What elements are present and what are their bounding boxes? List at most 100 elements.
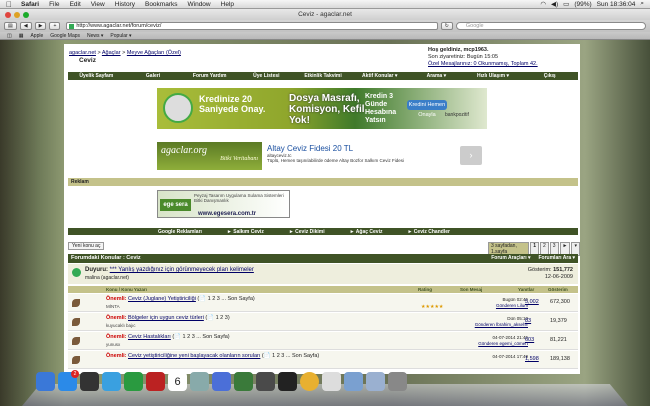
menu-window[interactable]: Window [183,1,216,8]
announcement-author[interactable]: malina (agaclar.net) [85,275,129,281]
nav-search[interactable]: Arama ▾ [408,73,465,79]
table-row[interactable]: Önemli: Bölgeler için uygun ceviz türler… [68,313,578,331]
calendar-icon[interactable]: 6 [168,372,187,391]
top-sites-icon[interactable]: ▦ [19,33,24,39]
thread-title[interactable]: Bölgeler için uygun ceviz türleri [128,315,204,321]
zoom-window-icon[interactable] [23,12,29,18]
new-topic-button[interactable]: Yeni konu aç [68,242,105,250]
iphoto-icon[interactable] [234,372,253,391]
wifi-icon[interactable]: ◠ [540,0,546,8]
nav-members[interactable]: Üye Listesi [238,73,295,79]
thread-title[interactable]: Ceviz Hastalıkları [128,334,171,340]
last-post-author[interactable]: Gönderen egemi_cömert [478,341,528,346]
breadcrumb-meyve[interactable]: Meyve Ağaçları (Özel) [127,50,181,56]
walnut-sapling-ad[interactable]: agaclar.org Bitki Veritabanı Altay Ceviz … [157,142,487,170]
google-ad-link-1[interactable]: ► Salkım Ceviz [227,229,264,235]
google-ad-link-2[interactable]: ► Ceviz Dikimi [289,229,325,235]
search-input[interactable]: Google [455,22,646,30]
col-replies[interactable]: Yanıtlar [518,287,534,292]
forum-tools-menu[interactable]: Forum Araçları ▾ [491,254,530,263]
back-button[interactable]: ◀ [19,22,32,30]
thread-author[interactable]: kuyucaklı bajıc [106,323,136,328]
bookmark-popular[interactable]: Popular ▾ [110,33,131,39]
breadcrumb-home[interactable]: agaclar.net [69,50,96,56]
thread-replies[interactable]: 603 [525,337,534,343]
mail-icon[interactable] [322,372,341,391]
address-bar[interactable]: http://www.agaclar.net/forum/ceviz/ [66,22,438,30]
menu-help[interactable]: Help [216,1,239,8]
thread-title[interactable]: Ceviz yetiştiriciliğine yeni başlayacak … [128,353,260,359]
add-bookmark-button[interactable]: + [49,22,61,30]
agaclar-org-logo[interactable]: agaclar.org Bitki Veritabanı [157,142,262,170]
reload-icon[interactable]: ↻ [440,22,453,30]
bookmark-google-maps[interactable]: Google Maps [50,33,80,39]
thread-replies[interactable]: 5,002 [525,299,539,305]
google-ad-link-3[interactable]: ► Ağaç Ceviz [350,229,383,235]
last-post-author[interactable]: Gönderen Lilum [496,303,528,308]
chrome-icon[interactable] [300,372,319,391]
sidebar-toggle-icon[interactable]: ▤ [4,22,17,30]
reading-list-icon[interactable]: ◫ [7,33,12,39]
app-menu[interactable]: Safari [16,1,44,8]
nav-profile[interactable]: Üyelik Sayfam [68,73,125,79]
thread-author[interactable]: MİNTA [106,304,120,309]
forum-search-menu[interactable]: Forumları Ara ▾ [539,254,576,263]
ad2-arrow-icon[interactable]: › [460,146,482,165]
nav-help[interactable]: Forum Yardım [181,73,238,79]
last-post-author[interactable]: Gönderen İbrahim_aksehir [475,322,528,327]
thread-author[interactable]: yunusx [106,342,120,347]
thread-pages[interactable]: (📄 1 2 3 ... Son Sayfa) [197,296,254,302]
thread-title[interactable]: Ceviz (Juglane) Yetiştiriciliği [128,296,196,302]
ad2-title[interactable]: Altay Ceviz Fidesi 20 TL [267,144,353,153]
close-window-icon[interactable] [5,12,11,18]
time-machine-icon[interactable] [256,372,275,391]
menu-bookmarks[interactable]: Bookmarks [140,1,183,8]
col-topic[interactable]: Konu / Konu Yazarı [106,287,147,292]
bookmark-apple[interactable]: Apple [30,33,43,39]
thread-replies[interactable]: 1,598 [525,356,539,362]
breadcrumb-agaclar[interactable]: Ağaçlar [102,50,121,56]
trash-icon[interactable] [388,372,407,391]
downloads-icon[interactable] [344,372,363,391]
mission-control-icon[interactable] [278,372,297,391]
menu-edit[interactable]: Edit [65,1,86,8]
finder-icon[interactable] [36,372,55,391]
google-ads-label[interactable]: Google Reklamları [158,229,202,235]
nav-gallery[interactable]: Galeri [125,73,182,79]
facetime-icon[interactable] [124,372,143,391]
ad1-apply-button[interactable]: Kredini Hemen Onayla [407,100,447,118]
nav-active-topics[interactable]: Aktif Konular ▾ [351,73,408,79]
table-row[interactable]: Önemli: Ceviz Hastalıkları (📄 1 2 3 ... … [68,332,578,350]
col-rating[interactable]: Rating [418,287,432,292]
menu-history[interactable]: History [110,1,140,8]
dashboard-icon[interactable] [80,372,99,391]
thread-pages[interactable]: (📄 1 2 3 ... Son Sayfa) [172,334,229,340]
app-store-icon[interactable]: 2 [58,370,79,391]
thread-pages[interactable]: (📄 1 2 3) [205,315,229,321]
minimize-window-icon[interactable] [14,12,20,18]
col-last-post[interactable]: Son Mesaj [460,287,482,292]
thread-pages[interactable]: (📄 1 2 3 ... Son Sayfa) [262,353,319,359]
forward-button[interactable]: ▶ [34,22,47,30]
ege-sera-ad[interactable]: ege sera Peyzaj Tasarım Uygulama Sulama … [157,190,290,218]
apple-menu-icon[interactable]:  [0,0,16,9]
menu-file[interactable]: File [44,1,64,8]
menubar-clock[interactable]: Sun 18:36:04 [597,1,636,8]
loan-banner-ad[interactable]: Kredinize 20 Saniyede Onay. Dosya Masraf… [157,88,487,129]
nav-calendar[interactable]: Etkinlik Takvimi [295,73,352,79]
itunes-icon[interactable] [212,372,231,391]
documents-icon[interactable] [366,372,385,391]
spotlight-icon[interactable]: ⌕ [640,0,644,8]
photo-booth-icon[interactable] [146,372,165,391]
preview-icon[interactable] [190,372,209,391]
nav-logout[interactable]: Çıkış [521,73,578,79]
google-ad-link-4[interactable]: ► Ceviz Chandler [407,229,449,235]
table-row[interactable]: Önemli: Ceviz (Juglane) Yetiştiriciliği … [68,294,578,312]
battery-icon[interactable]: ▭ [563,0,569,8]
thread-replies[interactable]: 83 [525,318,531,324]
menu-view[interactable]: View [86,1,110,8]
nav-quick-access[interactable]: Hızlı Ulaşım ▾ [465,73,522,79]
announcement-link[interactable]: *** Yanlış yazdığınız için görünmeyecek … [110,267,254,273]
bookmark-news[interactable]: News ▾ [87,33,103,39]
col-views[interactable]: Gösterim [548,287,568,292]
